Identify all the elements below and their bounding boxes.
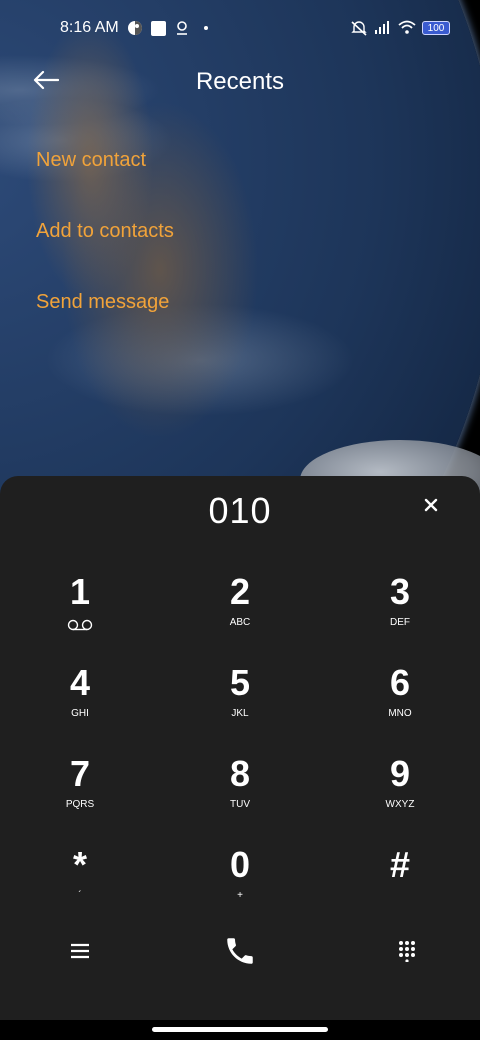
key-6[interactable]: 6 MNO bbox=[320, 657, 480, 748]
status-time: 8:16 AM bbox=[60, 19, 119, 36]
voicemail-icon bbox=[67, 618, 93, 636]
options-menu: New contact Add to contacts Send message bbox=[36, 140, 174, 353]
key-letters: DEF bbox=[390, 617, 410, 628]
clear-button[interactable] bbox=[418, 494, 444, 520]
key-9[interactable]: 9 WXYZ bbox=[320, 748, 480, 839]
key-digit: 6 bbox=[389, 662, 411, 703]
key-digit: 8 bbox=[229, 753, 251, 794]
key-digit: 1 bbox=[69, 571, 91, 612]
signal-icon bbox=[374, 20, 390, 36]
key-2[interactable]: 2 ABC bbox=[160, 566, 320, 657]
key-7[interactable]: 7 PQRS bbox=[0, 748, 160, 839]
call-button[interactable] bbox=[218, 931, 262, 975]
key-5[interactable]: 5 JKL bbox=[160, 657, 320, 748]
key-digit: 0 bbox=[229, 844, 251, 885]
key-letters: MNO bbox=[388, 708, 412, 719]
key-digit: 7 bbox=[69, 753, 91, 794]
key-star[interactable]: * ´ bbox=[0, 839, 160, 930]
location-icon bbox=[174, 20, 190, 36]
key-digit: 5 bbox=[229, 662, 251, 703]
key-letters: ABC bbox=[229, 617, 251, 628]
key-digit: * bbox=[72, 844, 87, 885]
close-icon bbox=[424, 498, 438, 517]
key-1[interactable]: 1 bbox=[0, 566, 160, 657]
dot-icon bbox=[203, 26, 208, 30]
color-palette-icon bbox=[127, 20, 143, 36]
square-notification-icon bbox=[150, 20, 166, 36]
phone-call-icon bbox=[223, 934, 257, 973]
home-indicator[interactable] bbox=[152, 1027, 328, 1032]
key-digit: 3 bbox=[389, 571, 411, 612]
key-letters: GHI bbox=[71, 708, 89, 719]
add-to-contacts-option[interactable]: Add to contacts bbox=[36, 211, 174, 282]
key-letters: JKL bbox=[231, 708, 249, 719]
key-hash[interactable]: # bbox=[320, 839, 480, 930]
page-title: Recents bbox=[195, 68, 285, 95]
key-letters: PQRS bbox=[65, 799, 95, 810]
key-4[interactable]: 4 GHI bbox=[0, 657, 160, 748]
keypad: 1 2 ABC 3 DEF 4 GHI 5 JKL 6 MNO 7 PQRS 8… bbox=[0, 566, 480, 930]
key-letters: ´ bbox=[78, 890, 82, 901]
key-letters: TUV bbox=[230, 799, 250, 810]
key-digit: 2 bbox=[229, 571, 251, 612]
keypad-toggle-button[interactable] bbox=[385, 931, 429, 975]
key-0[interactable]: 0 + bbox=[160, 839, 320, 930]
battery-icon: 100 bbox=[422, 21, 450, 35]
keypad-icon bbox=[398, 940, 416, 967]
back-arrow-icon bbox=[33, 70, 60, 95]
menu-button[interactable] bbox=[58, 931, 102, 975]
wifi-icon bbox=[398, 20, 416, 36]
mute-icon bbox=[350, 20, 367, 36]
key-8[interactable]: 8 TUV bbox=[160, 748, 320, 839]
dialer-bottom-bar bbox=[0, 931, 480, 991]
status-bar: 8:16 AM 100 bbox=[0, 0, 480, 56]
key-letters: WXYZ bbox=[385, 799, 415, 810]
dialer-panel: 010 1 2 ABC 3 DEF 4 GHI 5 JKL 6 MNO 7 PQ… bbox=[0, 476, 480, 1020]
header: Recents bbox=[0, 56, 480, 108]
new-contact-option[interactable]: New contact bbox=[36, 140, 174, 211]
key-3[interactable]: 3 DEF bbox=[320, 566, 480, 657]
back-button[interactable] bbox=[28, 64, 64, 100]
key-digit: 4 bbox=[69, 662, 91, 703]
dialed-number: 010 bbox=[208, 490, 272, 531]
menu-icon bbox=[70, 943, 90, 964]
key-letters: + bbox=[237, 890, 243, 901]
key-digit: # bbox=[389, 844, 411, 885]
number-display-row: 010 bbox=[0, 476, 480, 538]
key-digit: 9 bbox=[389, 753, 411, 794]
send-message-option[interactable]: Send message bbox=[36, 282, 174, 353]
